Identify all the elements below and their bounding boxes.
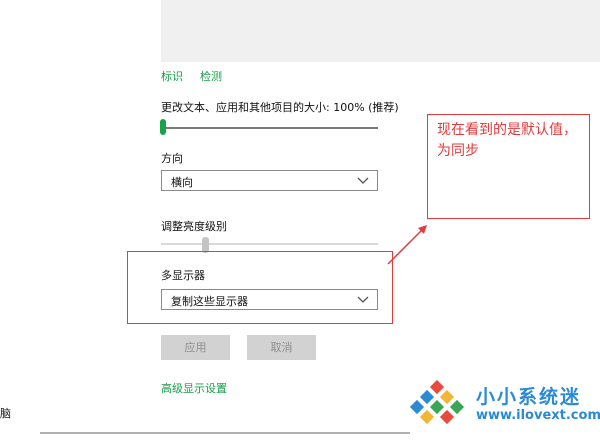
orientation-dropdown[interactable]: 横向 [161,170,378,191]
annotation-text: 现在看到的是默认值，为同步 [437,122,577,159]
apply-button[interactable]: 应用 [161,335,230,360]
annotation-arrow-icon [387,225,427,265]
highlight-box [127,251,393,324]
orientation-label: 方向 [161,152,183,165]
diamond-logo-icon [409,379,465,425]
detect-link[interactable]: 检测 [200,68,222,84]
brightness-label: 调整亮度级别 [161,220,227,233]
orientation-value: 横向 [171,176,193,189]
advanced-display-settings-link[interactable]: 高级显示设置 [161,380,227,396]
watermark-name: 小小系统迷 [476,386,582,408]
divider [40,432,410,434]
side-fragment-text: 脑 [0,407,11,420]
display-preview-area [161,0,600,62]
scale-slider-thumb[interactable] [160,119,166,135]
watermark-url: www.ilovext.com [476,408,600,423]
chevron-down-icon [357,177,369,184]
display-settings-page: 标识 检测 更改文本、应用和其他项目的大小: 100% (推荐) 方向 横向 调… [0,0,600,441]
scale-slider-track[interactable] [161,127,378,129]
scale-label: 更改文本、应用和其他项目的大小: 100% (推荐) [161,101,399,114]
brightness-slider-track[interactable] [161,243,378,245]
identify-link[interactable]: 标识 [161,68,183,84]
cancel-button[interactable]: 取消 [247,335,316,360]
annotation-box: 现在看到的是默认值，为同步 [427,114,590,219]
